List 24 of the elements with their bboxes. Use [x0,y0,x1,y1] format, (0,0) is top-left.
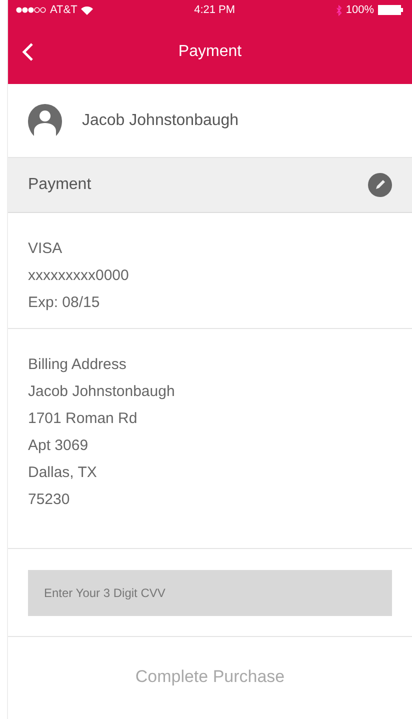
billing-line: 75230 [28,490,71,510]
pencil-icon [374,179,386,191]
wifi-icon [81,6,94,14]
screen-title: Payment [178,43,242,61]
cvv-field[interactable]: Enter Your 3 Digit CVV [28,570,392,616]
card-detail: xxxxxxxxx0000 [28,266,130,286]
time: 4:21 PM [194,4,236,16]
battery-percent: 100% [346,4,374,16]
battery-icon [378,5,404,15]
avatar-icon [26,104,64,138]
carrier: AT&T [50,4,78,16]
card-detail: VISA [28,239,64,259]
billing-line: Jacob Johnstonbaugh [28,382,176,402]
card-detail: Exp: 08/15 [28,293,101,313]
billing-line: 1701 Roman Rd [28,409,138,429]
user-name: Jacob Johnstonbaugh [82,112,239,130]
billing-line: Billing Address [28,355,128,375]
edit-button[interactable] [368,173,392,197]
bluetooth-icon [336,4,342,16]
billing-line: Apt 3069 [28,436,90,456]
billing-line: Dallas, TX [28,463,98,483]
signal-icon [16,7,46,13]
back-icon [22,42,34,62]
section-title: Payment [28,176,92,194]
